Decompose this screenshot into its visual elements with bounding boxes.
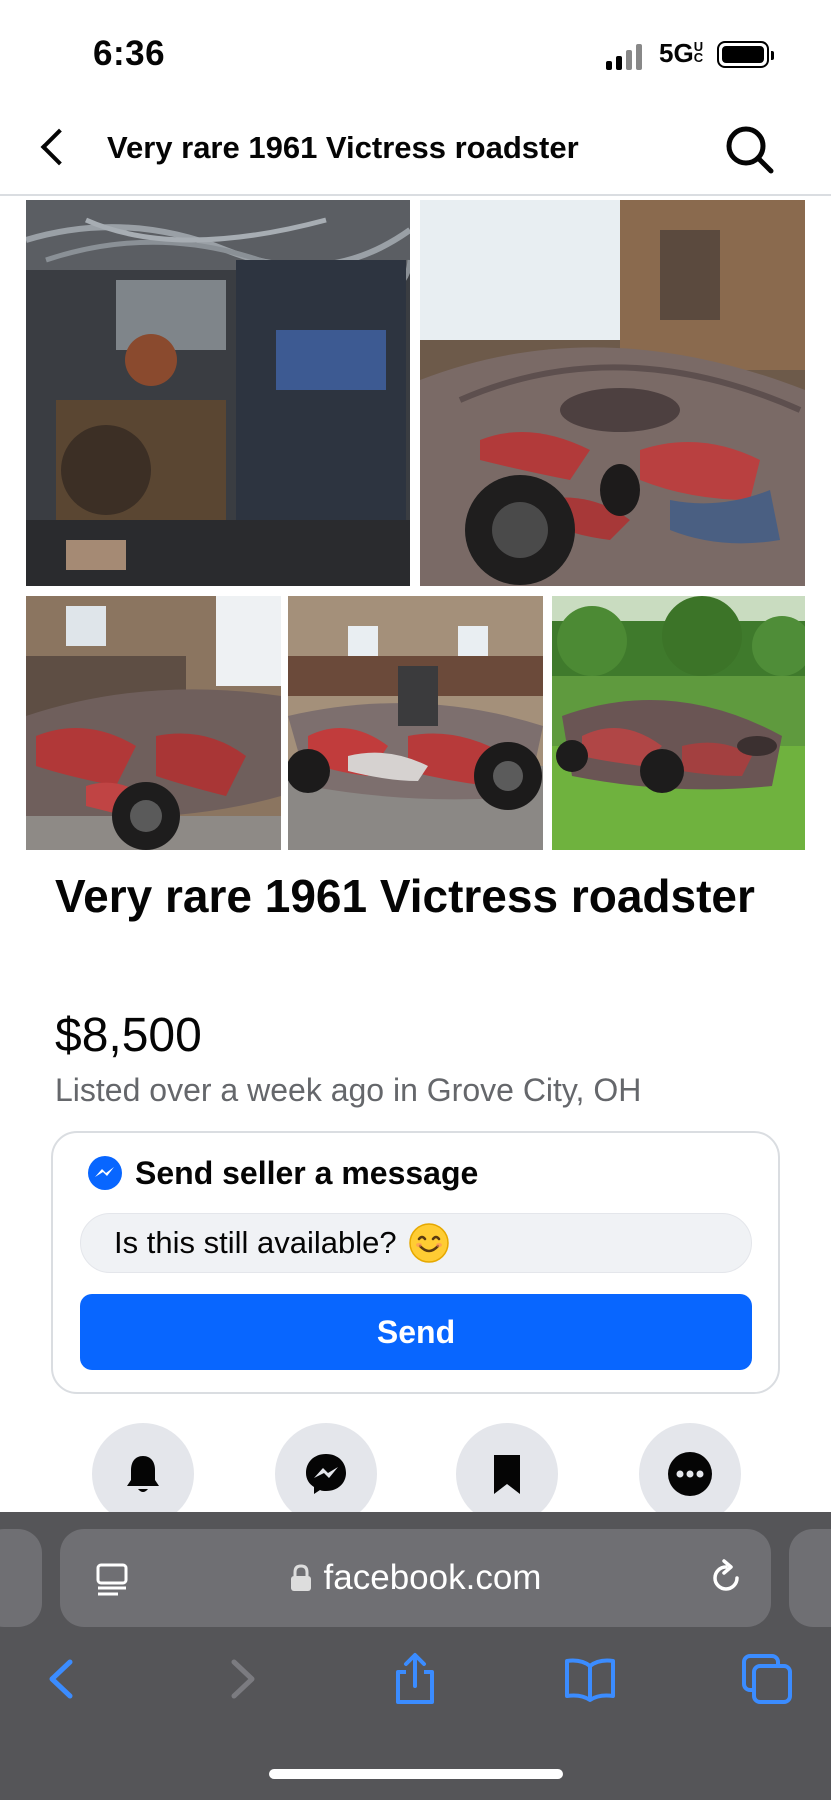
tabs-icon[interactable] xyxy=(740,1652,794,1706)
listing-photo-side[interactable] xyxy=(26,596,281,850)
messenger-icon xyxy=(306,1454,346,1494)
messenger-icon xyxy=(88,1156,122,1190)
listing-meta: Listed over a week ago in Grove City, OH xyxy=(55,1072,642,1108)
back-button[interactable] xyxy=(36,126,76,170)
share-icon[interactable] xyxy=(388,1652,442,1706)
browser-forward-icon[interactable] xyxy=(214,1652,268,1706)
message-input[interactable]: Is this still available? xyxy=(80,1213,752,1273)
send-button[interactable]: Send xyxy=(80,1294,752,1370)
message-card-title: Send seller a message xyxy=(135,1154,479,1191)
network-label: 5G xyxy=(659,38,694,68)
browser-toolbar: facebook.com xyxy=(0,1512,831,1800)
bookmarks-icon[interactable] xyxy=(563,1652,617,1706)
previous-tab[interactable] xyxy=(0,1529,42,1627)
search-button[interactable] xyxy=(722,122,778,178)
save-button[interactable] xyxy=(456,1423,558,1525)
next-tab[interactable] xyxy=(789,1529,831,1627)
listing-photo-engine[interactable] xyxy=(26,200,410,586)
home-indicator[interactable] xyxy=(269,1769,563,1779)
network-badge: UC xyxy=(693,39,704,65)
network-indicator: 5GUC xyxy=(659,38,704,69)
listing-price: $8,500 xyxy=(55,1009,202,1062)
signal-icon xyxy=(606,42,648,70)
message-card: Send seller a message Is this still avai… xyxy=(51,1131,780,1394)
header-title: Very rare 1961 Victress roadster xyxy=(107,130,579,165)
notify-button[interactable] xyxy=(92,1423,194,1525)
message-seller-button[interactable] xyxy=(275,1423,377,1525)
listing-photo-grass[interactable] xyxy=(552,596,805,850)
more-icon xyxy=(668,1452,712,1496)
status-bar: 6:36 5GUC xyxy=(0,0,831,100)
reload-icon[interactable] xyxy=(707,1559,745,1597)
browser-back-icon[interactable] xyxy=(36,1652,90,1706)
message-input-text: Is this still available? xyxy=(114,1225,397,1260)
smile-emoji-icon xyxy=(408,1223,449,1263)
url-display: facebook.com xyxy=(60,1529,771,1627)
page-header: Very rare 1961 Victress roadster xyxy=(0,100,831,196)
listing-photo-front[interactable] xyxy=(288,596,543,850)
listing-title: Very rare 1961 Victress roadster xyxy=(55,870,755,922)
more-button[interactable] xyxy=(639,1423,741,1525)
url-text: facebook.com xyxy=(323,1558,542,1597)
message-card-header: Send seller a message xyxy=(87,1151,478,1195)
bell-icon xyxy=(127,1456,159,1492)
bookmark-icon xyxy=(494,1455,520,1494)
status-time: 6:36 xyxy=(93,34,166,73)
address-bar[interactable]: facebook.com xyxy=(60,1529,771,1627)
lock-icon xyxy=(290,1564,311,1591)
battery-icon xyxy=(717,41,774,68)
search-icon xyxy=(726,126,774,174)
listing-photo-hood[interactable] xyxy=(420,200,805,586)
